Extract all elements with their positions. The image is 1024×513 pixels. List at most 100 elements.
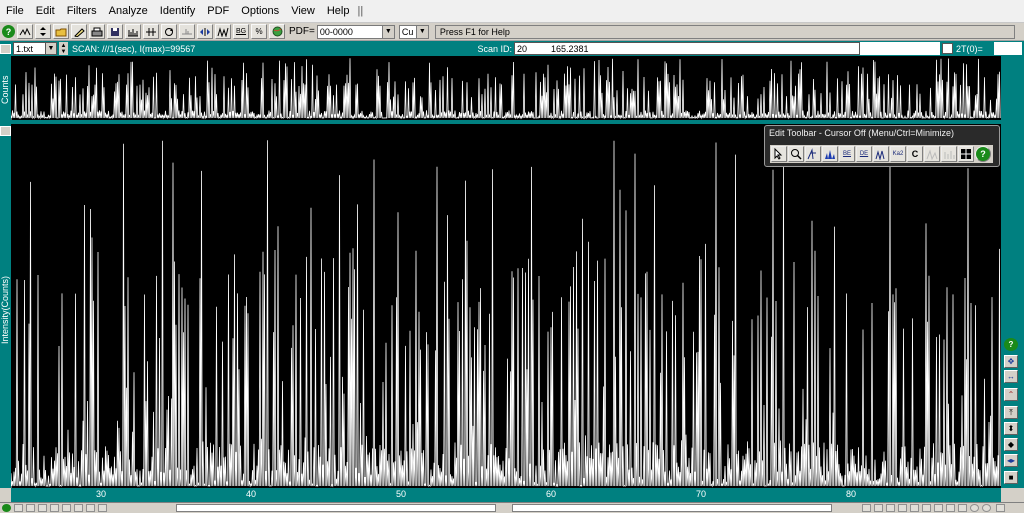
bottom-tool-18-icon[interactable]: [970, 504, 979, 512]
double-arrow-icon[interactable]: ◆: [1004, 438, 1018, 451]
pane-splitter-handle[interactable]: [0, 126, 11, 136]
x-tick-label: 70: [695, 489, 707, 499]
bottom-tool-4-icon[interactable]: [50, 504, 59, 512]
menu-view[interactable]: View: [285, 0, 321, 22]
tool-b-icon[interactable]: [941, 146, 957, 162]
bg-label-icon[interactable]: BG: [233, 24, 249, 39]
status-message-text: Press F1 for Help: [439, 26, 510, 37]
cursor-icon[interactable]: C: [907, 146, 923, 162]
menu-bar: File Edit Filters Analyze Identify PDF O…: [0, 0, 1024, 23]
bottom-tool-13-icon[interactable]: [910, 504, 919, 512]
scan-id-start: 20: [517, 43, 528, 54]
bottom-toolbar: [0, 502, 1024, 513]
chevron-down-icon[interactable]: ▼: [415, 25, 428, 38]
pan-horizontal-icon[interactable]: ◂▸: [1004, 454, 1018, 467]
expand-horizontal-icon[interactable]: [197, 24, 213, 39]
scan-id-label: Scan ID:: [477, 43, 512, 54]
baseline-icon[interactable]: [179, 24, 195, 39]
save-icon[interactable]: [107, 24, 123, 39]
bg-edit-icon[interactable]: DE: [856, 146, 872, 162]
chevron-down-icon[interactable]: ▼: [45, 43, 56, 54]
scan-info-text: SCAN: ///1(sec), I(max)=99567: [72, 43, 196, 54]
profile-icon[interactable]: [822, 146, 838, 162]
help-icon[interactable]: ?: [2, 25, 15, 38]
scroll-updown-icon[interactable]: ⬍: [1004, 422, 1018, 435]
two-theta-checkbox[interactable]: [942, 43, 953, 54]
bottom-tool-9-icon[interactable]: [862, 504, 871, 512]
bottom-tool-10-icon[interactable]: [874, 504, 883, 512]
grid-icon[interactable]: [958, 146, 974, 162]
menu-edit[interactable]: Edit: [30, 0, 61, 22]
bottom-tool-19-icon[interactable]: [982, 504, 991, 512]
bottom-tool-16-icon[interactable]: [946, 504, 955, 512]
bottom-field-right[interactable]: [512, 504, 832, 512]
bg-icon[interactable]: BE: [839, 146, 855, 162]
bottom-tool-5-icon[interactable]: [62, 504, 71, 512]
bottom-tool-20-icon[interactable]: [996, 504, 1005, 512]
main-ylabel: Intensity(Counts): [0, 275, 10, 344]
smooth-icon[interactable]: [873, 146, 889, 162]
main-plot-panel[interactable]: [10, 124, 1001, 488]
top-ylabel: Counts: [0, 75, 10, 104]
overview-panel[interactable]: [10, 56, 1001, 120]
menu-help[interactable]: Help: [321, 0, 356, 22]
globe-icon[interactable]: [269, 24, 285, 39]
bottom-tool-17-icon[interactable]: [958, 504, 967, 512]
bottom-tool-6-icon[interactable]: [74, 504, 83, 512]
menu-identify[interactable]: Identify: [154, 0, 201, 22]
peak-marker-icon[interactable]: [143, 24, 159, 39]
file-select[interactable]: 1.txt ▼: [13, 42, 57, 55]
right-rail: ? ✥ ↔ ⌃ ⤒ ⬍ ◆ ◂▸ ■: [1001, 56, 1024, 488]
refresh-icon[interactable]: [161, 24, 177, 39]
pane-handle[interactable]: [0, 43, 11, 54]
menu-file[interactable]: File: [0, 0, 30, 22]
expand-icon[interactable]: ↔: [1004, 370, 1018, 383]
bottom-tool-14-icon[interactable]: [922, 504, 931, 512]
bottom-tool-8-icon[interactable]: [98, 504, 107, 512]
anode-select[interactable]: Cu ▼: [398, 24, 429, 39]
chevron-down-icon[interactable]: ▼: [381, 25, 394, 38]
bottom-tool-11-icon[interactable]: [886, 504, 895, 512]
edit-toolbar-title: Edit Toolbar - Cursor Off (Menu/Ctrl=Min…: [769, 128, 954, 138]
scroll-updown-icon[interactable]: [35, 24, 51, 39]
bottom-tool-1-icon[interactable]: [14, 504, 23, 512]
select-icon[interactable]: [771, 146, 787, 162]
bottom-tool-7-icon[interactable]: [86, 504, 95, 512]
edit-pen-icon[interactable]: [71, 24, 87, 39]
menu-analyze[interactable]: Analyze: [103, 0, 154, 22]
scan-id-end: 165.2381: [551, 43, 589, 54]
help-icon[interactable]: ?: [975, 146, 991, 162]
overlay-peaks-icon[interactable]: [215, 24, 231, 39]
sum-scan-icon[interactable]: [17, 24, 33, 39]
print-icon[interactable]: [89, 24, 105, 39]
bottom-field-left[interactable]: [176, 504, 496, 512]
two-theta-field[interactable]: [994, 42, 1022, 55]
bottom-tool-12-icon[interactable]: [898, 504, 907, 512]
scroll-top-icon[interactable]: ⤒: [1004, 406, 1018, 419]
kalpha-icon[interactable]: Ka2: [890, 146, 906, 162]
bottom-tool-3-icon[interactable]: [38, 504, 47, 512]
percent-icon[interactable]: %: [251, 24, 267, 39]
scan-id-field[interactable]: 20 165.2381: [514, 42, 860, 55]
scroll-up-fast-icon[interactable]: ⌃: [1004, 388, 1018, 401]
tool-a-icon[interactable]: [924, 146, 940, 162]
open-folder-icon[interactable]: [53, 24, 69, 39]
menu-pdf[interactable]: PDF: [201, 0, 235, 22]
bar-pattern-icon[interactable]: [125, 24, 141, 39]
main-toolbar: ? BG % PDF= 00-0000 ▼ Cu ▼ Press F1 for …: [0, 23, 1024, 41]
file-spinner[interactable]: ▲ ▼: [59, 42, 68, 55]
help-icon[interactable]: ?: [1004, 338, 1018, 351]
zoom-in-icon[interactable]: ✥: [1004, 355, 1018, 368]
menu-filters[interactable]: Filters: [61, 0, 103, 22]
bottom-tool-2-icon[interactable]: [26, 504, 35, 512]
two-theta-toggle[interactable]: 2T(0)=: [940, 43, 994, 54]
peak-icon[interactable]: [805, 146, 821, 162]
menu-options[interactable]: Options: [235, 0, 285, 22]
help-icon[interactable]: [2, 504, 11, 512]
zoom-icon[interactable]: [788, 146, 804, 162]
scan-info-bar: 1.txt ▼ ▲ ▼ SCAN: ///1(sec), I(max)=99567…: [0, 41, 1024, 56]
stop-icon[interactable]: ■: [1004, 471, 1018, 484]
pdf-select[interactable]: 00-0000 ▼: [316, 24, 395, 39]
edit-toolbar-window[interactable]: Edit Toolbar - Cursor Off (Menu/Ctrl=Min…: [764, 125, 1000, 167]
bottom-tool-15-icon[interactable]: [934, 504, 943, 512]
